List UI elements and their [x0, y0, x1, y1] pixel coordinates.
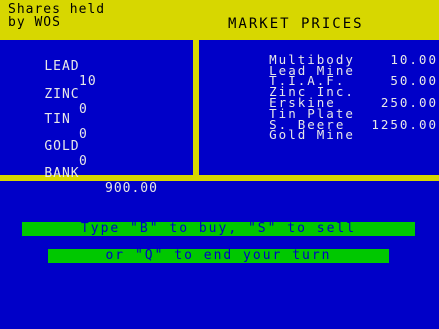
- command-prompt-line2: or "Q" to end your turn: [48, 249, 389, 263]
- panel-divider-vertical: [193, 40, 199, 176]
- company-price: 1250.00: [371, 116, 438, 132]
- market-prices-title: MARKET PRICES: [228, 16, 364, 32]
- holding-quantity: 0: [79, 127, 88, 142]
- shares-held-title-line2: by WOS: [8, 15, 61, 30]
- company-price: 250.00: [380, 94, 438, 110]
- header-bar: Shares held by WOS MARKET PRICES: [0, 0, 439, 40]
- holding-quantity: 10: [79, 74, 97, 89]
- company-price: 50.00: [390, 73, 438, 89]
- bank-value: 900.00: [105, 181, 158, 196]
- holding-quantity: 0: [79, 102, 88, 117]
- price-row-gold-mine: Gold Mine 1250.00: [212, 116, 438, 141]
- shares-held-title: Shares held by WOS: [8, 3, 105, 29]
- price-row-lead-mine: Lead Mine 10.00: [212, 51, 438, 76]
- bank-balance-row: BANK 900.00: [9, 151, 157, 211]
- price-row-zinc-inc: Zinc Inc. 50.00: [212, 73, 438, 98]
- bank-label: BANK: [44, 166, 80, 181]
- holding-quantity: 0: [79, 154, 88, 169]
- company-price: 10.00: [390, 51, 438, 67]
- command-prompt-line1: Type "B" to buy, "S" to sell: [22, 222, 415, 236]
- company-name: Gold Mine: [269, 127, 355, 143]
- market-prices-list: Multibody Lead Mine 10.00 T.I.A.F. Zinc …: [212, 44, 438, 141]
- price-row-tin-plate: Tin Plate 250.00: [212, 94, 438, 119]
- game-screen: Shares held by WOS MARKET PRICES LEAD 10…: [0, 0, 439, 329]
